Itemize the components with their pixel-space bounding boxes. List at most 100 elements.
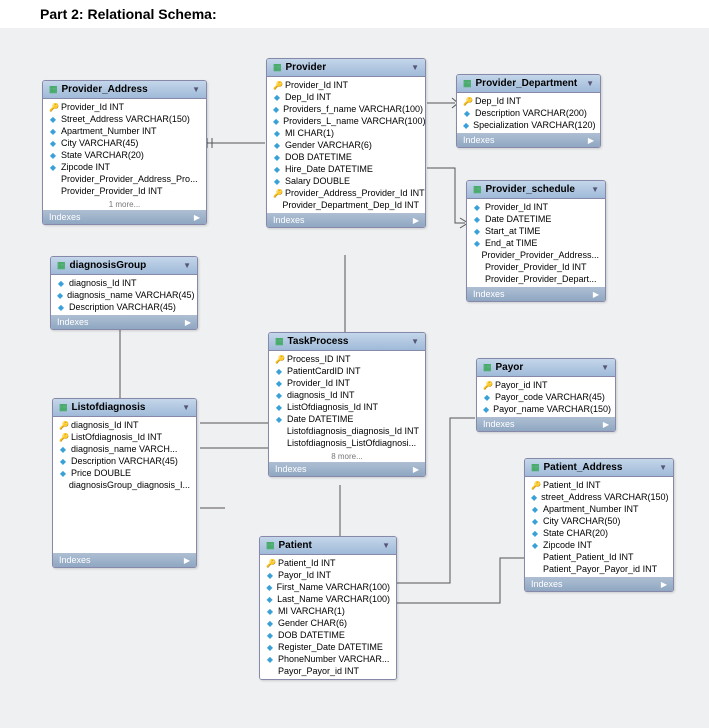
diamond-icon: ◆ — [273, 129, 281, 138]
table-payor[interactable]: ▦ Payor ▼ 🔑Payor_id INT ◆ Payor_code VARCH… — [476, 358, 616, 432]
column-text: Payor_code VARCHAR(45) — [495, 392, 605, 402]
column: 🔑Payor_id INT — [477, 379, 615, 391]
key-icon: 🔑 — [483, 381, 491, 390]
table-name: Provider — [286, 62, 327, 73]
indexes-section[interactable]: Indexes▶ — [53, 553, 196, 567]
key-icon: 🔑 — [59, 433, 67, 442]
diamond-icon: ◆ — [57, 279, 65, 288]
column: ◆Payor_name VARCHAR(150) — [477, 403, 615, 415]
page-title: Part 2: Relational Schema: — [40, 6, 217, 22]
indexes-section[interactable]: Indexes▶ — [267, 213, 425, 227]
table-provider[interactable]: ▦ Provider ▼ 🔑Provider_Id INT◆Dep_Id INT… — [266, 58, 426, 228]
column-text: Provider_Id INT — [287, 378, 350, 388]
column: 🔑ListOfdiagnosis_Id INT — [53, 431, 196, 443]
column: ◆Description VARCHAR(45) — [53, 455, 196, 467]
column: ◆diagnosis_name VARCH... — [53, 443, 196, 455]
column: ◆State VARCHAR(20) — [43, 149, 206, 161]
more-indicator: 8 more... — [269, 451, 425, 462]
column: ◆Providers_f_name VARCHAR(100) — [267, 103, 425, 115]
indexes-section[interactable]: Indexes▶ — [525, 577, 673, 591]
column-list: 🔑Patient_Id INT◆street_Address VARCHAR(1… — [525, 477, 673, 577]
column-text: Provider_Provider_Address_Pro... — [61, 174, 198, 184]
table-patient[interactable]: ▦ Patient ▼ 🔑Patient_Id INT◆Payor_Id INT… — [259, 536, 397, 680]
column: ◆DOB DATETIME — [260, 629, 396, 641]
diamond-icon: ◆ — [473, 215, 481, 224]
diamond-icon: ◆ — [273, 93, 281, 102]
table-header: ▦ Patient_Address ▼ — [525, 459, 673, 477]
column: ◆diagnosis_Id INT — [51, 277, 197, 289]
column: Provider_Department_Dep_Id INT — [267, 199, 425, 211]
column: Listofdiagnosis_ListOfdiagnosi... — [269, 437, 425, 449]
column-text: Street_Address VARCHAR(150) — [61, 114, 190, 124]
column-text: Salary DOUBLE — [285, 176, 350, 186]
diamond-icon: ◆ — [531, 541, 539, 550]
column-text: City VARCHAR(50) — [543, 516, 620, 526]
table-list-of-diagnosis[interactable]: ▦ Listofdiagnosis ▼ 🔑diagnosis_Id INT🔑Li… — [52, 398, 197, 568]
column-text: diagnosis_Id INT — [287, 390, 355, 400]
diamond-icon: ◆ — [531, 505, 539, 514]
diamond-icon: ◆ — [483, 405, 489, 414]
diagram-canvas: ▦ Provider_Address ▼ 🔑Provider_Id INT◆St… — [0, 28, 709, 728]
table-diagnosis-group[interactable]: ▦ diagnosisGroup ▼ ◆diagnosis_Id INT◆dia… — [50, 256, 198, 330]
table-task-process[interactable]: ▦ TaskProcess ▼ 🔑Process_ID INT◆PatientC… — [268, 332, 426, 477]
indexes-section[interactable]: Indexes▶ — [477, 417, 615, 431]
table-name: Provider_Address — [62, 84, 148, 95]
column: ◆Gender CHAR(6) — [260, 617, 396, 629]
table-provider-department[interactable]: ▦ Provider_Department ▼ 🔑Dep_Id INT◆Desc… — [456, 74, 601, 148]
diamond-icon: ◆ — [57, 291, 63, 300]
column: ◆Description VARCHAR(200) — [457, 107, 600, 119]
column: ◆MI VARCHAR(1) — [260, 605, 396, 617]
diamond-icon: ◆ — [273, 165, 281, 174]
column-list: 🔑Process_ID INT◆PatientCardID INT◆Provid… — [269, 351, 425, 451]
indexes-section[interactable]: Indexes▶ — [457, 133, 600, 147]
indexes-section[interactable]: Indexes▶ — [467, 287, 605, 301]
diamond-icon: ◆ — [463, 121, 469, 130]
indexes-section[interactable]: Indexes▶ — [269, 462, 425, 476]
column: 🔑Dep_Id INT — [457, 95, 600, 107]
collapse-icon: ▼ — [411, 63, 419, 72]
table-header: ▦ Patient ▼ — [260, 537, 396, 555]
column-text: Payor_Id INT — [278, 570, 331, 580]
column-text: Specialization VARCHAR(120) — [473, 120, 595, 130]
column-text: Listofdiagnosis_ListOfdiagnosi... — [287, 438, 416, 448]
column: ◆Date DATETIME — [269, 413, 425, 425]
column-text: diagnosis_name VARCH... — [71, 444, 177, 454]
diamond-icon: ◆ — [275, 391, 283, 400]
table-header: ▦ Payor ▼ — [477, 359, 615, 377]
column-text: Description VARCHAR(45) — [69, 302, 176, 312]
column: ◆Street_Address VARCHAR(150) — [43, 113, 206, 125]
diamond-icon: ◆ — [275, 415, 283, 424]
column-text: diagnosisGroup_diagnosis_I... — [69, 480, 190, 490]
column-text: Provider_Provider_Depart... — [485, 274, 597, 284]
column-text: Patient_Patient_Id INT — [543, 552, 634, 562]
diamond-icon: ◆ — [273, 117, 279, 126]
table-provider-address[interactable]: ▦ Provider_Address ▼ 🔑Provider_Id INT◆St… — [42, 80, 207, 225]
table-header: ▦ TaskProcess ▼ — [269, 333, 425, 351]
key-icon: 🔑 — [49, 103, 57, 112]
column-text: State VARCHAR(20) — [61, 150, 144, 160]
column-text: Listofdiagnosis_diagnosis_Id INT — [287, 426, 419, 436]
column: ◆PhoneNumber VARCHAR... — [260, 653, 396, 665]
column: Provider_Provider_Address... — [467, 249, 605, 261]
column: Provider_Provider_Id INT — [43, 185, 206, 197]
column-list: 🔑diagnosis_Id INT🔑ListOfdiagnosis_Id INT… — [53, 417, 196, 493]
key-icon: 🔑 — [273, 81, 281, 90]
indexes-section[interactable]: Indexes▶ — [43, 210, 206, 224]
column: 🔑Process_ID INT — [269, 353, 425, 365]
column: ◆Gender VARCHAR(6) — [267, 139, 425, 151]
column: ◆ diagnosis_Id INT — [269, 389, 425, 401]
column-text: PhoneNumber VARCHAR... — [278, 654, 389, 664]
table-provider-schedule[interactable]: ▦ Provider_schedule ▼ ◆Provider_Id INT◆D… — [466, 180, 606, 302]
collapse-icon: ▼ — [192, 85, 200, 94]
column: ◆DOB DATETIME — [267, 151, 425, 163]
column-text: MI VARCHAR(1) — [278, 606, 345, 616]
column-text: Patient_Id INT — [278, 558, 336, 568]
table-name: diagnosisGroup — [70, 260, 147, 271]
diamond-icon: ◆ — [531, 517, 539, 526]
indexes-section[interactable]: Indexes▶ — [51, 315, 197, 329]
column: ◆diagnosis_name VARCHAR(45) — [51, 289, 197, 301]
diamond-icon: ◆ — [273, 105, 279, 114]
column: 🔑Provider_Id INT — [43, 101, 206, 113]
table-patient-address[interactable]: ▦ Patient_Address ▼ 🔑Patient_Id INT◆stre… — [524, 458, 674, 592]
diamond-icon: ◆ — [483, 393, 491, 402]
